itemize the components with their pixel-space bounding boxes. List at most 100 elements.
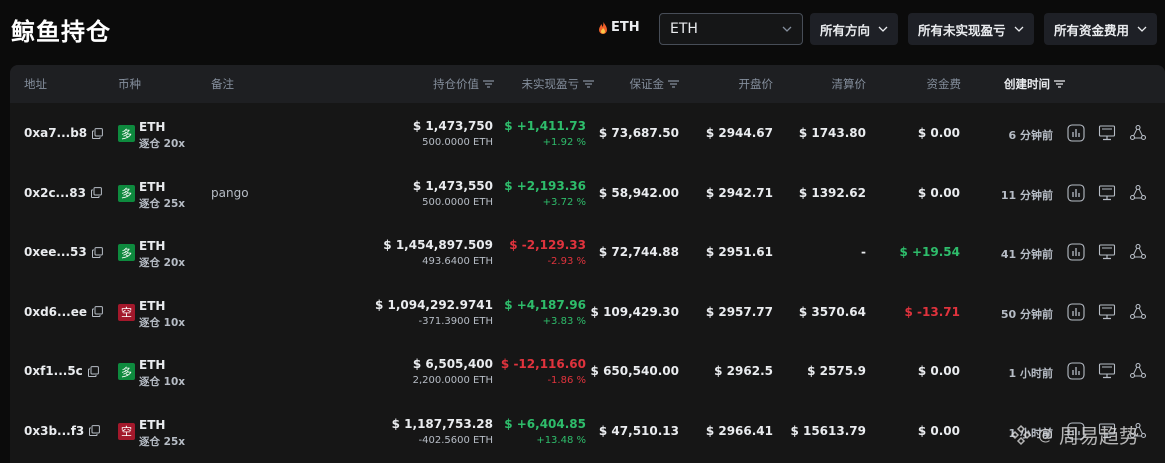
column-margin[interactable]: 保证金 [630,76,679,92]
funding-fee: $ 0.00 [917,423,960,438]
watermark-text: 周易趋势 [1059,424,1139,448]
position-value: $ 6,505,400 [412,357,493,371]
entry-price: $ 2951.61 [705,245,773,259]
monitor-icon[interactable] [1098,124,1116,142]
chart-icon[interactable] [1067,243,1085,261]
created-time: 6 分钟前 [1008,129,1053,142]
created-time: 50 分钟前 [1000,307,1053,321]
copy-icon[interactable] [91,246,103,258]
share-icon[interactable] [1129,243,1147,261]
flame-icon [599,20,607,34]
chart-icon[interactable] [1067,302,1085,321]
pnl-filter-label: 所有未实现盈亏 [918,22,1006,38]
table-row[interactable]: 0x2c...83 多 ETH 逐仓 25x pango $ 1,473,550 500.0… [10,163,1165,223]
wallet-address-text: 0xee...53 [24,245,87,259]
unrealized-pnl: $ +1,411.73 [504,119,586,133]
column-note: 备注 [211,77,234,91]
column-entry-price: 开盘价 [738,77,774,91]
side-badge: 多 [118,125,135,142]
copy-icon[interactable] [90,187,102,198]
table-row[interactable]: 0xd6...ee 空 ETH 逐仓 10x $ 1,094,292.9741 -371.… [10,282,1165,342]
monitor-icon[interactable] [1098,303,1116,321]
wallet-address-text: 0x3b...f3 [24,423,85,438]
column-position-value[interactable]: 持仓价值 [433,76,494,92]
chart-icon[interactable] [1067,124,1085,142]
coin-name: ETH [139,358,166,372]
position-size: 2,200.0000 ETH [412,375,493,386]
position-value: $ 1,473,550 [412,178,493,193]
funding-fee: $ +19.54 [899,245,960,259]
coin-tag[interactable]: ETH [598,20,640,35]
monitor-icon[interactable] [1098,243,1116,261]
unrealized-pnl-pct: +3.72 % [542,196,586,208]
table-row[interactable]: 0xa7...b8 多 ETH 逐仓 20x $ 1,473,750 500.0000 E… [10,103,1165,163]
wallet-address[interactable]: 0xee...53 [24,245,103,259]
chart-icon[interactable] [1067,183,1085,202]
entry-price: $ 2944.67 [705,126,773,140]
liq-price: $ 15613.79 [790,423,866,438]
page-title: 鲸鱼持仓 [11,18,111,46]
margin-mode: 逐仓 20x [139,257,186,269]
share-icon[interactable] [1129,362,1147,380]
position-value: $ 1,094,292.9741 [374,297,493,312]
top-bar: 鲸鱼持仓 ETH ETH 所有方向 所有未实现盈亏 所有资金费用 [0,0,1165,62]
column-coin: 币种 [118,77,141,91]
liq-price: $ 3570.64 [798,304,866,319]
column-created[interactable]: 创建时间 [1004,76,1065,92]
copy-icon[interactable] [92,127,104,139]
wallet-address[interactable]: 0x2c...83 [24,186,102,200]
wallet-address[interactable]: 0x3b...f3 [24,423,101,438]
wallet-address[interactable]: 0xa7...b8 [24,126,104,140]
coin-select[interactable]: ETH [659,13,803,45]
wallet-address[interactable]: 0xd6...ee [24,305,103,319]
share-icon[interactable] [1129,303,1147,321]
margin-mode: 逐仓 25x [139,197,186,210]
table-row[interactable]: 0xee...53 多 ETH 逐仓 20x $ 1,454,897.509 493.64… [10,222,1165,282]
unrealized-pnl-pct: -1.86 % [547,375,586,386]
unrealized-pnl-pct: -2.93 % [547,256,586,267]
margin-value: $ 650,540.00 [590,364,679,378]
unrealized-pnl: $ +2,193.36 [504,178,586,193]
chevron-down-icon [1137,26,1147,32]
monitor-icon[interactable] [1098,184,1116,202]
share-icon[interactable] [1129,184,1147,202]
copy-icon[interactable] [91,306,103,317]
sort-icon [1054,80,1065,88]
liq-price: $ 1392.62 [798,185,866,200]
monitor-icon[interactable] [1098,362,1116,380]
margin-mode: 逐仓 25x [139,435,186,448]
wallet-address[interactable]: 0xf1...5c [24,364,99,378]
table-header: 地址 币种 备注 持仓价值 未实现盈亏 保证金 开盘价 清算价 资金费 创建时间 [10,65,1165,103]
direction-filter[interactable]: 所有方向 [810,13,899,45]
coin-name: ETH [139,120,166,134]
table-row[interactable]: 0x3b...f3 空 ETH 逐仓 25x $ 1,187,753.28 -402.56… [10,401,1165,461]
share-icon[interactable] [1129,124,1147,142]
position-value: $ 1,454,897.509 [383,238,493,252]
funding-fee: $ 0.00 [917,364,960,378]
sort-icon [668,80,679,88]
copy-icon[interactable] [89,425,101,436]
unrealized-pnl-pct: +3.83 % [542,315,586,327]
column-unrealized-pnl[interactable]: 未实现盈亏 [521,76,594,92]
position-value: $ 1,187,753.28 [391,416,493,431]
funding-filter[interactable]: 所有资金费用 [1044,13,1158,45]
column-unrealized-pnl-label: 未实现盈亏 [521,77,580,91]
unrealized-pnl-pct: +13.48 % [536,434,586,446]
chart-icon[interactable] [1067,362,1085,380]
whale-positions-table: 地址 币种 备注 持仓价值 未实现盈亏 保证金 开盘价 清算价 资金费 创建时间… [10,65,1165,463]
table-row[interactable]: 0xf1...5c 多 ETH 逐仓 10x $ 6,505,400 2,200.0000… [10,341,1165,401]
pnl-filter[interactable]: 所有未实现盈亏 [908,13,1034,45]
liq-price: - [861,245,866,259]
column-created-label: 创建时间 [1004,77,1050,91]
chevron-down-icon [1014,26,1023,32]
wallet-address-text: 0xa7...b8 [24,126,88,140]
column-funding: 资金费 [926,77,962,91]
position-size: -402.5600 ETH [418,434,493,446]
coin-name: ETH [139,239,166,253]
unrealized-pnl: $ +6,404.85 [504,416,586,431]
copy-icon[interactable] [87,365,99,377]
funding-fee: $ 0.00 [917,185,960,200]
entry-price: $ 2942.71 [705,185,773,200]
side-badge: 多 [118,184,135,202]
wallet-address-text: 0x2c...83 [24,185,86,200]
